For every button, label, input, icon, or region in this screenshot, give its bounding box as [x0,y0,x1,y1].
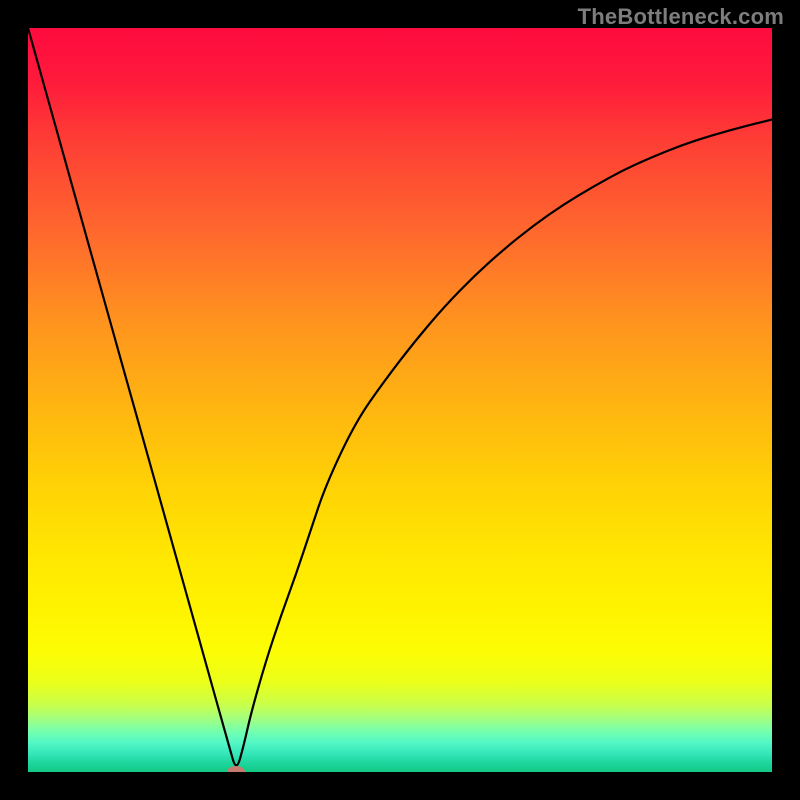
optimum-marker-icon [227,766,245,772]
watermark-text: TheBottleneck.com [578,4,784,30]
bottleneck-curve [28,28,772,765]
plot-area [28,28,772,772]
chart-frame: TheBottleneck.com [0,0,800,800]
curve-svg [28,28,772,772]
